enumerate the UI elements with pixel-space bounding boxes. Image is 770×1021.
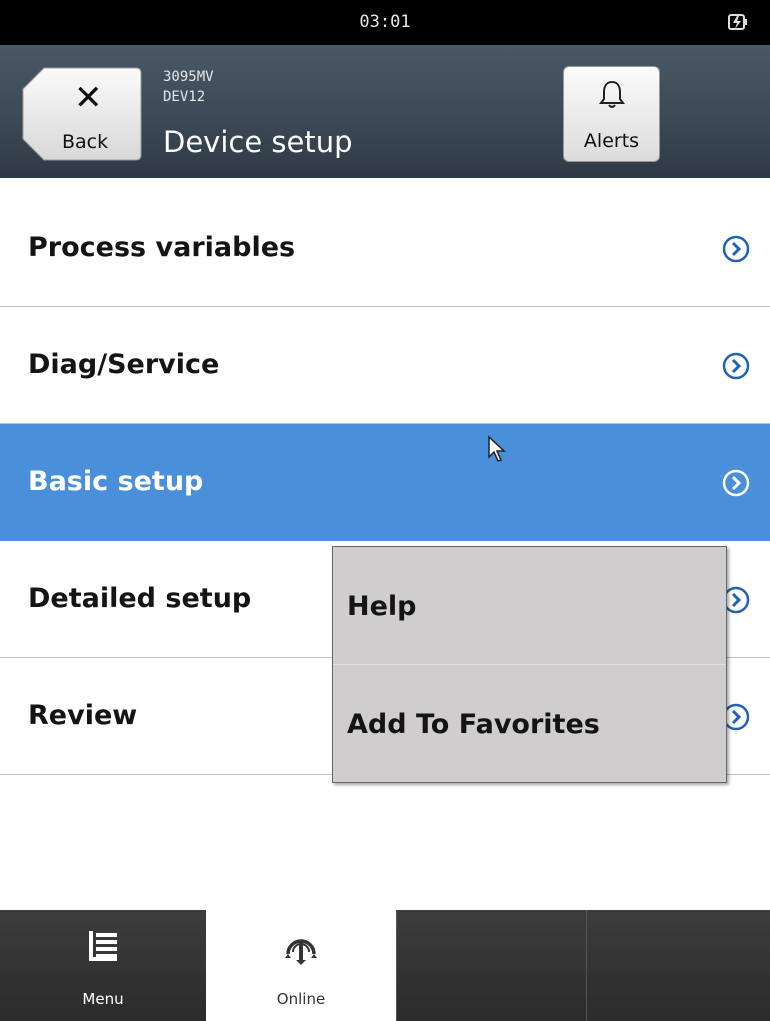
context-menu-label: Add To Favorites [347,709,600,740]
tab-menu[interactable]: Menu [0,910,206,1021]
context-menu: Help Add To Favorites [332,546,727,783]
device-model: 3095MV [163,69,214,85]
mouse-pointer-icon [488,435,506,462]
menu-item-label: Review [28,700,138,731]
tab-empty-1 [396,910,586,1021]
chevron-right-circle-icon [722,235,750,263]
chevron-right-circle-icon [722,469,750,497]
menu-list-icon [89,931,117,961]
menu-item-label: Process variables [28,232,296,263]
tab-empty-2 [586,910,770,1021]
context-menu-label: Help [347,591,417,622]
menu-item-label: Detailed setup [28,583,252,614]
back-button[interactable]: ✕ Back [22,67,142,161]
online-gauge-icon [285,939,317,965]
page-title: Device setup [163,125,353,159]
tab-label: Online [276,990,326,1008]
clock: 03:01 [359,12,411,32]
tab-online[interactable]: Online [206,910,396,1021]
tab-label: Menu [82,990,124,1008]
status-bar: 03:01 [0,0,770,45]
alerts-button[interactable]: Alerts [563,66,660,162]
back-label: Back [62,131,109,153]
menu-item-diag-service[interactable]: Diag/Service [0,307,770,424]
battery-charging-icon [728,14,747,30]
device-tag: DEV12 [163,89,206,105]
menu-item-label: Diag/Service [28,349,220,380]
bottom-tab-bar: Menu Online [0,910,770,1021]
header-bar: ✕ Back 3095MV DEV12 Device setup Alerts [0,45,770,178]
close-icon: ✕ [74,78,103,118]
context-menu-item-help[interactable]: Help [333,547,726,664]
menu-item-label: Basic setup [28,466,204,497]
chevron-right-circle-icon [722,352,750,380]
bell-icon [599,80,625,108]
alerts-label: Alerts [583,130,640,152]
menu-item-process-variables[interactable]: Process variables [0,190,770,307]
menu-item-basic-setup[interactable]: Basic setup [0,424,770,541]
context-menu-item-add-to-favorites[interactable]: Add To Favorites [333,665,726,782]
